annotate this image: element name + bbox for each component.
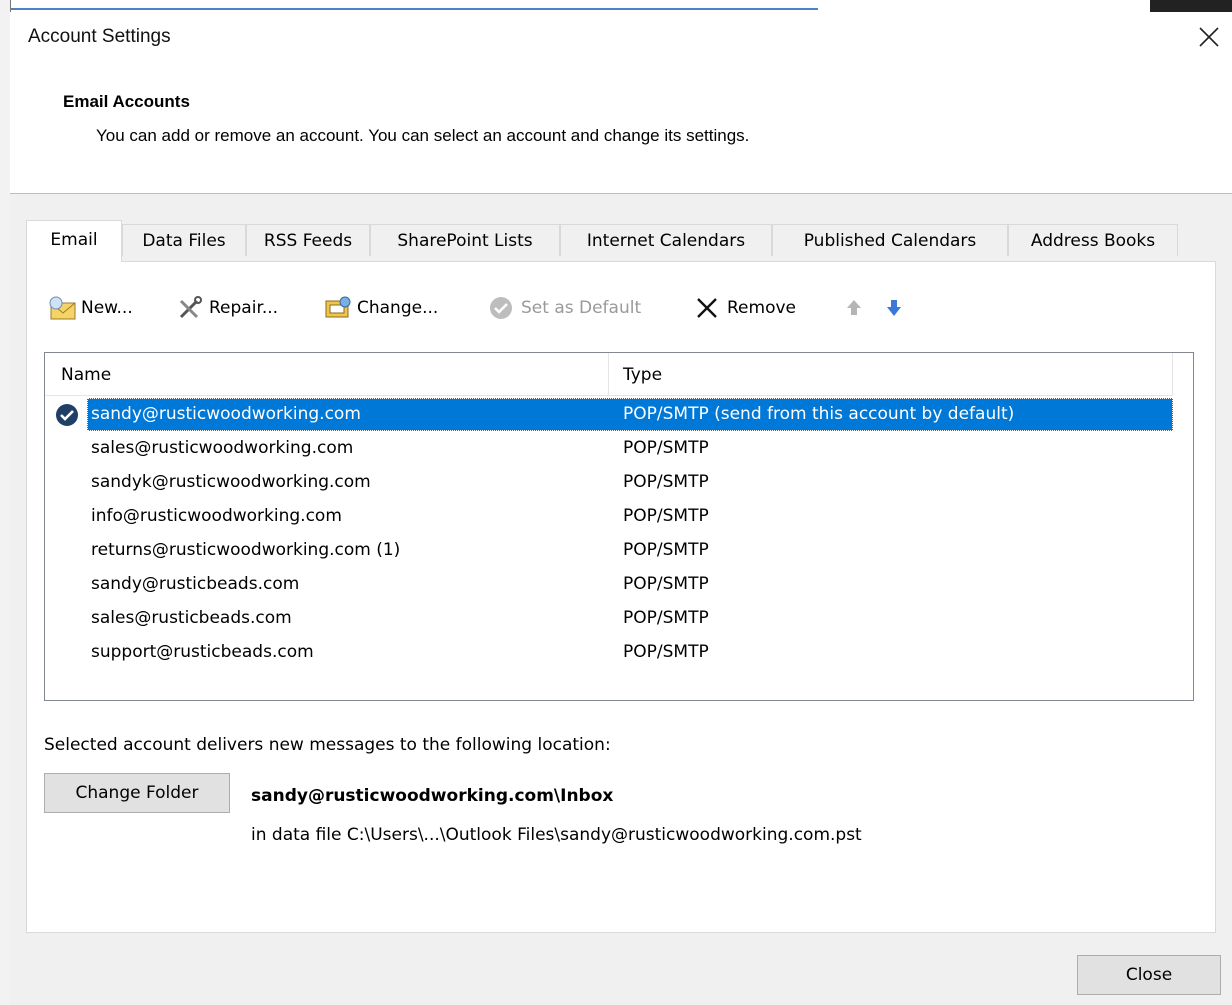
change-account-button[interactable]: Change... [323, 292, 438, 324]
account-type: POP/SMTP [623, 438, 709, 458]
change-folder-button[interactable]: Change Folder [44, 773, 230, 813]
delivery-folder-path: sandy@rusticwoodworking.com\Inbox [251, 786, 614, 806]
list-item[interactable]: sales@rusticbeads.com POP/SMTP [45, 602, 1173, 635]
repair-account-button[interactable]: Repair... [175, 292, 278, 324]
background-dark-area [1150, 0, 1232, 12]
repair-account-label: Repair... [209, 298, 279, 318]
account-settings-dialog: Account Settings Email Accounts You can … [10, 12, 1232, 1005]
tab-sharepoint-lists[interactable]: SharePoint Lists [370, 224, 560, 256]
move-down-button[interactable] [879, 292, 913, 324]
column-header-type[interactable]: Type [623, 365, 662, 385]
list-item[interactable]: sandyk@rusticwoodworking.com POP/SMTP [45, 466, 1173, 499]
account-name: sandy@rusticwoodworking.com [91, 404, 361, 424]
section-description: You can add or remove an account. You ca… [96, 126, 750, 145]
tab-address-books[interactable]: Address Books [1008, 224, 1178, 256]
account-name: sales@rusticbeads.com [91, 608, 292, 628]
header-area: Email Accounts You can add or remove an … [10, 68, 1232, 194]
email-tab-panel: New... Repair... Change... Set as Defaul… [26, 261, 1216, 933]
list-item[interactable]: sandy@rusticbeads.com POP/SMTP [45, 568, 1173, 601]
section-title: Email Accounts [63, 92, 190, 111]
new-account-label: New... [81, 298, 133, 318]
account-name: info@rusticwoodworking.com [91, 506, 342, 526]
account-type: POP/SMTP [623, 608, 709, 628]
change-account-label: Change... [357, 298, 439, 318]
email-accounts-list[interactable]: Name Type sandy@rusticwoodworking.com PO… [44, 352, 1194, 701]
column-divider [608, 353, 609, 395]
tab-internet-calendars[interactable]: Internet Calendars [560, 224, 772, 256]
list-item[interactable]: support@rusticbeads.com POP/SMTP [45, 636, 1173, 669]
arrow-up-icon [839, 295, 869, 321]
tab-rss-feeds[interactable]: RSS Feeds [246, 224, 370, 256]
list-item[interactable]: info@rusticwoodworking.com POP/SMTP [45, 500, 1173, 533]
move-up-button[interactable] [839, 292, 873, 324]
remove-account-button[interactable]: Remove [693, 292, 796, 324]
default-check-icon [487, 295, 517, 321]
account-type: POP/SMTP (send from this account by defa… [623, 404, 1015, 424]
account-name: sandy@rusticbeads.com [91, 574, 300, 594]
account-type: POP/SMTP [623, 540, 709, 560]
list-item[interactable]: returns@rusticwoodworking.com (1) POP/SM… [45, 534, 1173, 567]
account-name: sales@rusticwoodworking.com [91, 438, 354, 458]
set-as-default-label: Set as Default [521, 298, 642, 318]
account-name: support@rusticbeads.com [91, 642, 314, 662]
column-divider-end [1172, 353, 1173, 395]
list-item[interactable]: sales@rusticwoodworking.com POP/SMTP [45, 432, 1173, 465]
delivery-location-label: Selected account delivers new messages t… [44, 735, 611, 755]
dialog-title: Account Settings [28, 26, 171, 47]
account-type: POP/SMTP [623, 472, 709, 492]
set-as-default-button[interactable]: Set as Default [487, 292, 641, 324]
remove-account-label: Remove [727, 298, 796, 318]
account-type: POP/SMTP [623, 574, 709, 594]
tab-data-files[interactable]: Data Files [122, 224, 246, 256]
tab-email[interactable]: Email [26, 220, 122, 262]
repair-tools-icon [175, 295, 205, 321]
account-name: sandyk@rusticwoodworking.com [91, 472, 371, 492]
data-file-path: in data file C:\Users\...\Outlook Files\… [251, 825, 862, 845]
new-mail-icon [47, 295, 77, 321]
close-button[interactable]: Close [1077, 955, 1221, 995]
background-window-strip [0, 0, 1232, 12]
account-type: POP/SMTP [623, 506, 709, 526]
account-name: returns@rusticwoodworking.com (1) [91, 540, 401, 560]
list-header: Name Type [45, 353, 1173, 396]
column-header-name[interactable]: Name [61, 365, 111, 385]
list-item[interactable]: sandy@rusticwoodworking.com POP/SMTP (se… [45, 398, 1173, 431]
remove-x-icon [693, 295, 723, 321]
account-type: POP/SMTP [623, 642, 709, 662]
change-settings-icon [323, 295, 353, 321]
close-window-button[interactable] [1186, 18, 1232, 58]
tab-published-calendars[interactable]: Published Calendars [772, 224, 1008, 256]
close-icon [1199, 27, 1219, 47]
new-account-button[interactable]: New... [47, 292, 133, 324]
background-window-edge [10, 0, 818, 10]
title-bar: Account Settings [10, 12, 1232, 68]
arrow-down-icon [879, 295, 909, 321]
default-account-check-icon [55, 403, 79, 432]
